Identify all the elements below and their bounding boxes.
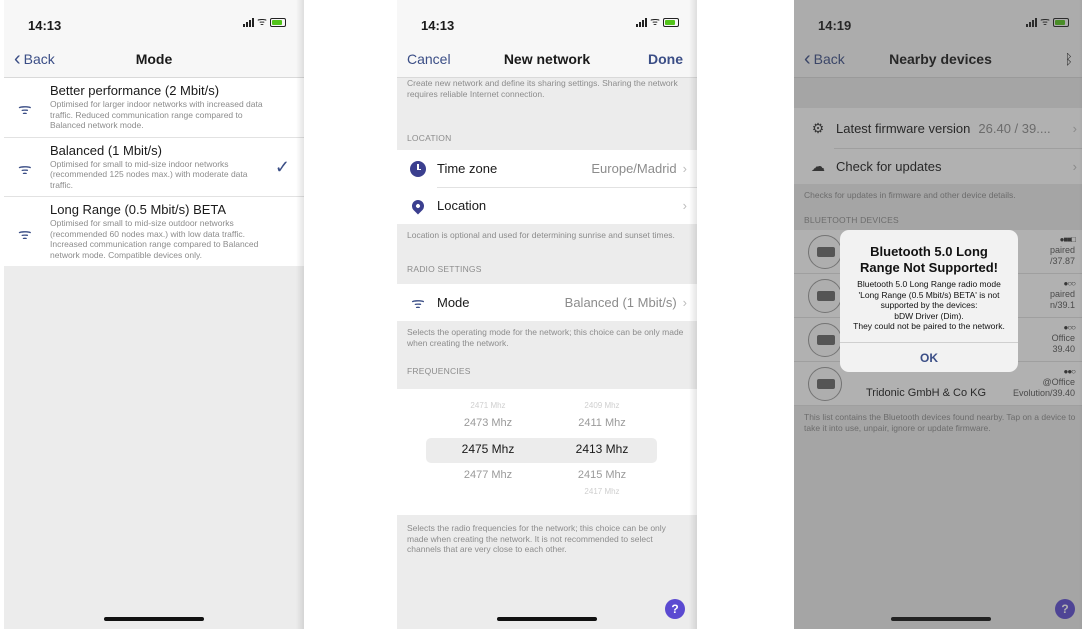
home-indicator: [497, 617, 597, 621]
mode-option-long-range[interactable]: ᯤ Long Range (0.5 Mbit/s) BETA Optimised…: [4, 197, 304, 266]
alert-message-line1: Bluetooth 5.0 Long Range radio mode 'Lon…: [857, 279, 1001, 310]
wifi-icon: ᯤ: [18, 160, 32, 178]
location-section-header: LOCATION: [407, 133, 452, 143]
alert-title: Bluetooth 5.0 Long Range Not Supported!: [860, 244, 998, 275]
picker-option-selected[interactable]: 2413 Mhz: [547, 436, 657, 462]
mode-option-better-performance[interactable]: ᯤ Better performance (2 Mbit/s) Optimise…: [4, 78, 304, 138]
picker-option[interactable]: 2477 Mhz: [433, 465, 543, 485]
frequency-picker[interactable]: 2471 Mhz 2473 Mhz 2475 Mhz 2477 Mhz 2409…: [397, 389, 697, 515]
help-button[interactable]: ?: [665, 599, 685, 619]
back-button[interactable]: ‹ Back: [14, 48, 55, 70]
picker-option[interactable]: 2471 Mhz: [433, 399, 543, 413]
picker-option-selected[interactable]: 2475 Mhz: [433, 436, 543, 462]
mode-title: Better performance (2 Mbit/s): [50, 83, 220, 98]
location-pin-icon: [409, 197, 427, 215]
picker-column-right[interactable]: 2409 Mhz 2411 Mhz 2413 Mhz 2415 Mhz 2417…: [547, 399, 657, 499]
status-bar: 14:13 ᯤ: [397, 0, 697, 40]
wifi-icon: ᯤ: [18, 101, 32, 119]
wifi-icon: ᯤ: [18, 225, 32, 243]
chevron-left-icon: ‹: [14, 48, 21, 70]
mode-title: Long Range (0.5 Mbit/s) BETA: [50, 202, 227, 217]
mode-note: Selects the operating mode for the netwo…: [407, 327, 684, 348]
timezone-value: Europe/Madrid: [591, 161, 677, 176]
timezone-row[interactable]: Time zone Europe/Madrid ›: [397, 150, 697, 187]
status-bar: 14:13 ᯤ: [4, 0, 304, 40]
mode-value: Balanced (1 Mbit/s): [564, 295, 677, 310]
picker-column-left[interactable]: 2471 Mhz 2473 Mhz 2475 Mhz 2477 Mhz: [433, 399, 543, 499]
ok-button[interactable]: OK: [840, 341, 1018, 372]
status-time: 14:13: [28, 18, 62, 33]
location-group: Time zone Europe/Madrid › Location ›: [397, 150, 697, 224]
mode-title: Balanced (1 Mbit/s): [50, 142, 162, 158]
mode-list: ᯤ Better performance (2 Mbit/s) Optimise…: [4, 78, 304, 266]
wifi-status-icon: ᯤ: [649, 16, 660, 28]
mode-description: Optimised for small to mid-size outdoor …: [50, 218, 259, 260]
intro-text: Create new network and define its sharin…: [407, 78, 678, 99]
alert-message-device: bDW Driver (Dim).: [894, 310, 964, 321]
picker-option[interactable]: 2473 Mhz: [433, 413, 543, 433]
status-icons: ᯤ: [635, 16, 679, 28]
chevron-right-icon: ›: [682, 198, 687, 213]
radio-group: ᯤ Mode Balanced (1 Mbit/s) ›: [397, 284, 697, 321]
back-label: Back: [23, 51, 55, 67]
alert-message: Bluetooth 5.0 Long Range radio mode 'Lon…: [840, 276, 1018, 342]
signal-icon: [635, 18, 647, 27]
home-indicator: [104, 617, 204, 621]
radio-section-header: RADIO SETTINGS: [407, 264, 482, 274]
wifi-icon: ᯤ: [411, 294, 425, 312]
nav-bar: Cancel New network Done: [397, 40, 697, 78]
cancel-button[interactable]: Cancel: [407, 51, 451, 67]
checkmark-icon: ✓: [274, 156, 290, 177]
status-time: 14:13: [421, 18, 455, 33]
mode-option-balanced[interactable]: ᯤ Balanced (1 Mbit/s) Optimised for smal…: [4, 138, 304, 197]
battery-icon: [663, 18, 679, 27]
battery-icon: [270, 18, 286, 27]
wifi-status-icon: ᯤ: [256, 16, 267, 28]
picker-option[interactable]: 2415 Mhz: [547, 465, 657, 485]
timezone-label: Time zone: [437, 161, 498, 176]
status-icons: ᯤ: [242, 16, 286, 28]
location-row[interactable]: Location ›: [397, 187, 697, 224]
settings-scroll[interactable]: Create new network and define its sharin…: [397, 78, 697, 629]
alert-dialog: Bluetooth 5.0 Long Range Not Supported! …: [840, 230, 1018, 372]
location-label: Location: [437, 198, 487, 213]
chevron-right-icon: ›: [682, 161, 687, 176]
new-network-screen: 14:13 ᯤ Cancel New network Done Create n…: [397, 0, 697, 629]
nav-bar: ‹ Back Mode: [4, 40, 304, 78]
mode-label: Mode: [437, 295, 470, 310]
signal-icon: [242, 18, 254, 27]
picker-option[interactable]: [433, 485, 543, 499]
picker-option[interactable]: 2417 Mhz: [547, 485, 657, 499]
chevron-right-icon: ›: [682, 295, 687, 310]
clock-icon: [409, 160, 427, 178]
location-note: Location is optional and used for determ…: [407, 230, 675, 240]
mode-screen: 14:13 ᯤ ‹ Back Mode ᯤ Better performance…: [4, 0, 304, 629]
mode-description: Optimised for small to mid-size indoor n…: [50, 158, 248, 190]
frequencies-note: Selects the radio frequencies for the ne…: [407, 523, 666, 554]
mode-description: Optimised for larger indoor networks wit…: [50, 99, 263, 130]
frequencies-section-header: FREQUENCIES: [407, 366, 471, 376]
alert-message-line2: They could not be paired to the network.: [853, 321, 1005, 331]
picker-option[interactable]: 2411 Mhz: [547, 413, 657, 433]
done-button[interactable]: Done: [648, 51, 683, 67]
mode-row[interactable]: ᯤ Mode Balanced (1 Mbit/s) ›: [397, 284, 697, 321]
picker-option[interactable]: 2409 Mhz: [547, 399, 657, 413]
nearby-devices-screen: 14:19 ᯤ ‹ Back Nearby devices ᛒ ⚙ Latest…: [794, 0, 1082, 629]
